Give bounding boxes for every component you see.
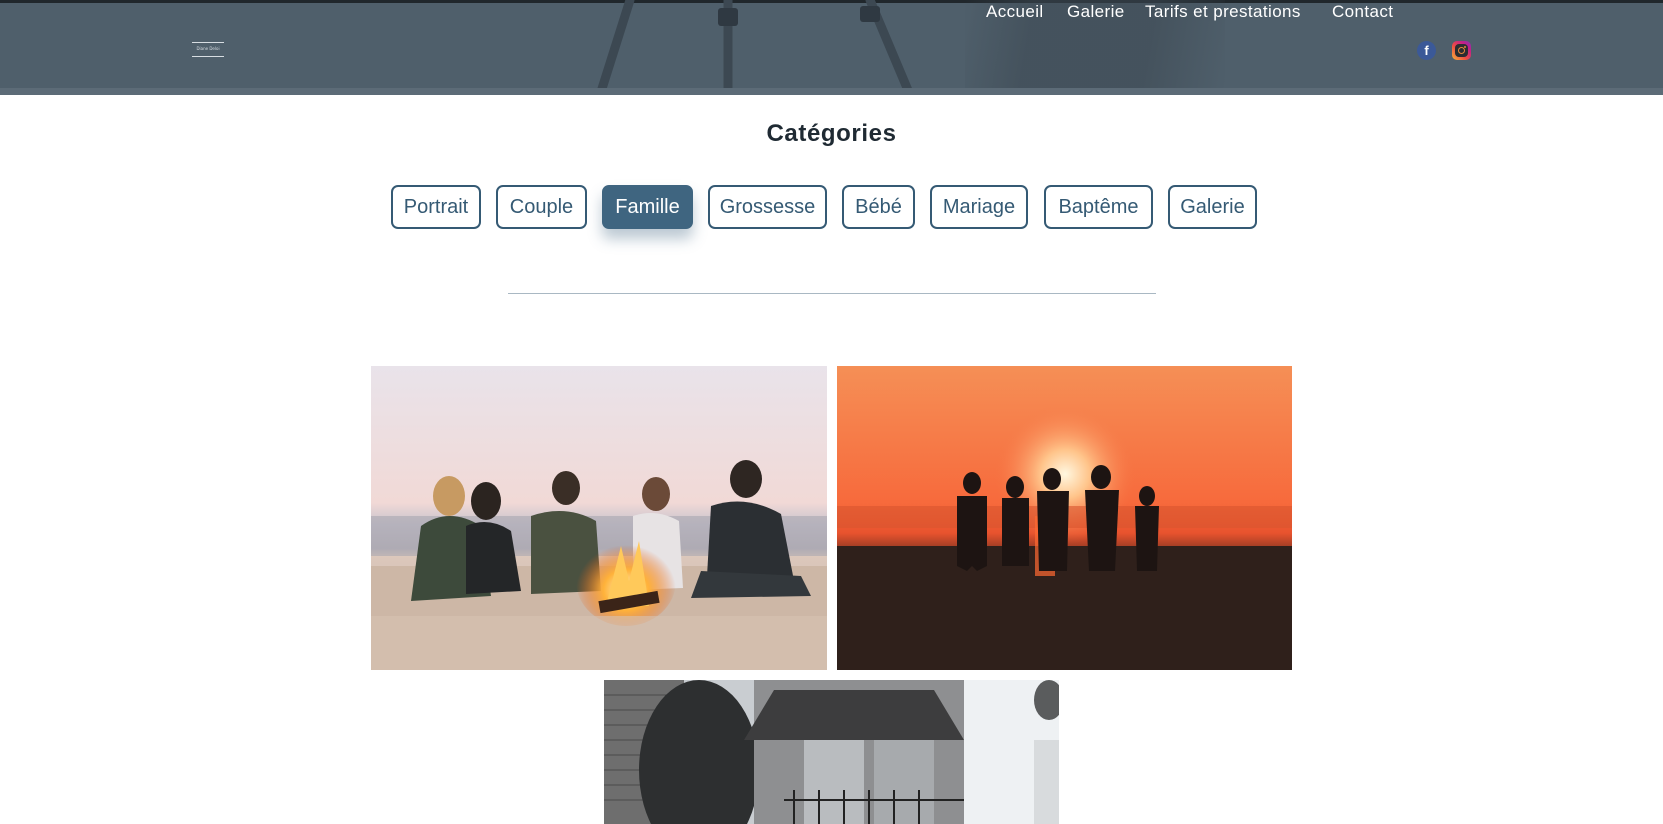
family-sunset-beach-photo[interactable]	[837, 366, 1292, 670]
tripod-background-graphic	[595, 0, 915, 95]
category-couple[interactable]: Couple	[496, 185, 587, 229]
instagram-icon[interactable]	[1452, 41, 1471, 60]
nav-tarifs[interactable]: Tarifs et prestations	[1145, 0, 1301, 24]
category-portrait[interactable]: Portrait	[391, 185, 481, 229]
section-divider	[508, 293, 1156, 294]
nav-accueil[interactable]: Accueil	[986, 0, 1044, 24]
nav-contact[interactable]: Contact	[1332, 0, 1393, 24]
category-bapteme[interactable]: Baptême	[1044, 185, 1153, 229]
building-black-white-photo[interactable]	[604, 680, 1059, 824]
friends-campfire-beach-photo[interactable]	[371, 366, 827, 670]
site-logo[interactable]: Diane Deloi	[192, 38, 224, 60]
category-bebe[interactable]: Bébé	[842, 185, 915, 229]
logo-text: Diane Deloi	[196, 46, 220, 51]
page-title: Catégories	[766, 120, 897, 147]
facebook-icon[interactable]: f	[1417, 41, 1436, 60]
category-famille[interactable]: Famille	[602, 185, 693, 229]
category-grossesse[interactable]: Grossesse	[708, 185, 827, 229]
category-galerie[interactable]: Galerie	[1168, 185, 1257, 229]
nav-galerie[interactable]: Galerie	[1067, 0, 1125, 24]
site-header: Diane Deloi Accueil Galerie Tarifs et pr…	[0, 0, 1663, 95]
category-mariage[interactable]: Mariage	[930, 185, 1028, 229]
